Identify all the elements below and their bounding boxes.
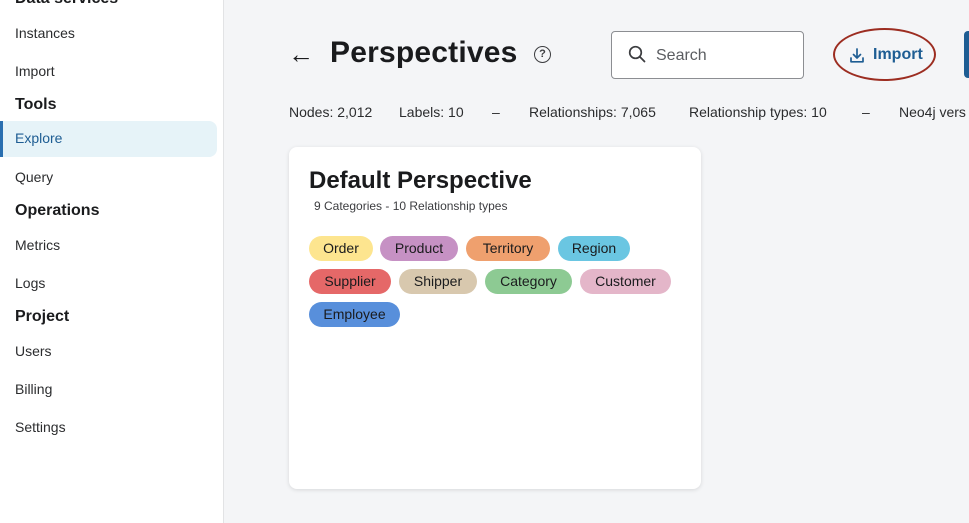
sidebar-item-explore[interactable]: Explore [0,121,217,157]
category-tag: Territory [466,236,550,261]
download-icon [850,48,864,63]
stat-labels: Labels: 10 [399,104,464,120]
page-title: Perspectives [330,36,518,69]
category-tag: Supplier [309,269,391,294]
sidebar-item-billing[interactable]: Billing [15,381,52,397]
stat-separator: – [492,104,500,120]
category-tag: Customer [580,269,671,294]
import-button-label: Import [873,46,923,63]
stat-separator: – [862,104,870,120]
stat-relationship-types: Relationship types: 10 [689,104,827,120]
search-input[interactable] [654,44,798,68]
category-tag: Shipper [399,269,477,294]
category-tag: Order [309,236,373,261]
stat-relationships: Relationships: 7,065 [529,104,656,120]
sidebar-item-query[interactable]: Query [15,169,53,185]
perspective-subtitle: 9 Categories - 10 Relationship types [314,199,508,213]
sidebar: Data services Instances Import Tools Exp… [0,0,224,523]
import-button[interactable]: Import [833,28,936,81]
sidebar-heading-tools: Tools [15,96,57,113]
sidebar-heading-operations: Operations [15,202,100,219]
help-icon[interactable]: ? [534,46,551,63]
sidebar-item-users[interactable]: Users [15,343,52,359]
sidebar-heading-data-services: Data services [15,0,118,8]
back-arrow-icon[interactable]: ← [288,40,314,68]
sidebar-item-logs[interactable]: Logs [15,275,45,291]
sidebar-item-settings[interactable]: Settings [15,419,66,435]
search-icon [628,45,646,63]
sidebar-item-instances[interactable]: Instances [15,25,75,41]
sidebar-item-import[interactable]: Import [15,63,55,79]
perspective-card[interactable]: Default Perspective 9 Categories - 10 Re… [289,147,701,489]
sidebar-item-label: Explore [15,130,63,146]
sidebar-heading-project: Project [15,308,70,325]
stat-nodes: Nodes: 2,012 [289,104,373,120]
sidebar-item-metrics[interactable]: Metrics [15,237,60,253]
perspective-title: Default Perspective [309,167,532,194]
search-field[interactable] [611,31,804,79]
category-tag: Employee [309,302,400,327]
stat-neo4j-version: Neo4j vers [899,104,966,120]
category-tag: Category [485,269,572,294]
category-tag: Region [558,236,630,261]
category-tag: Product [380,236,458,261]
overflow-action-button[interactable] [964,31,969,78]
